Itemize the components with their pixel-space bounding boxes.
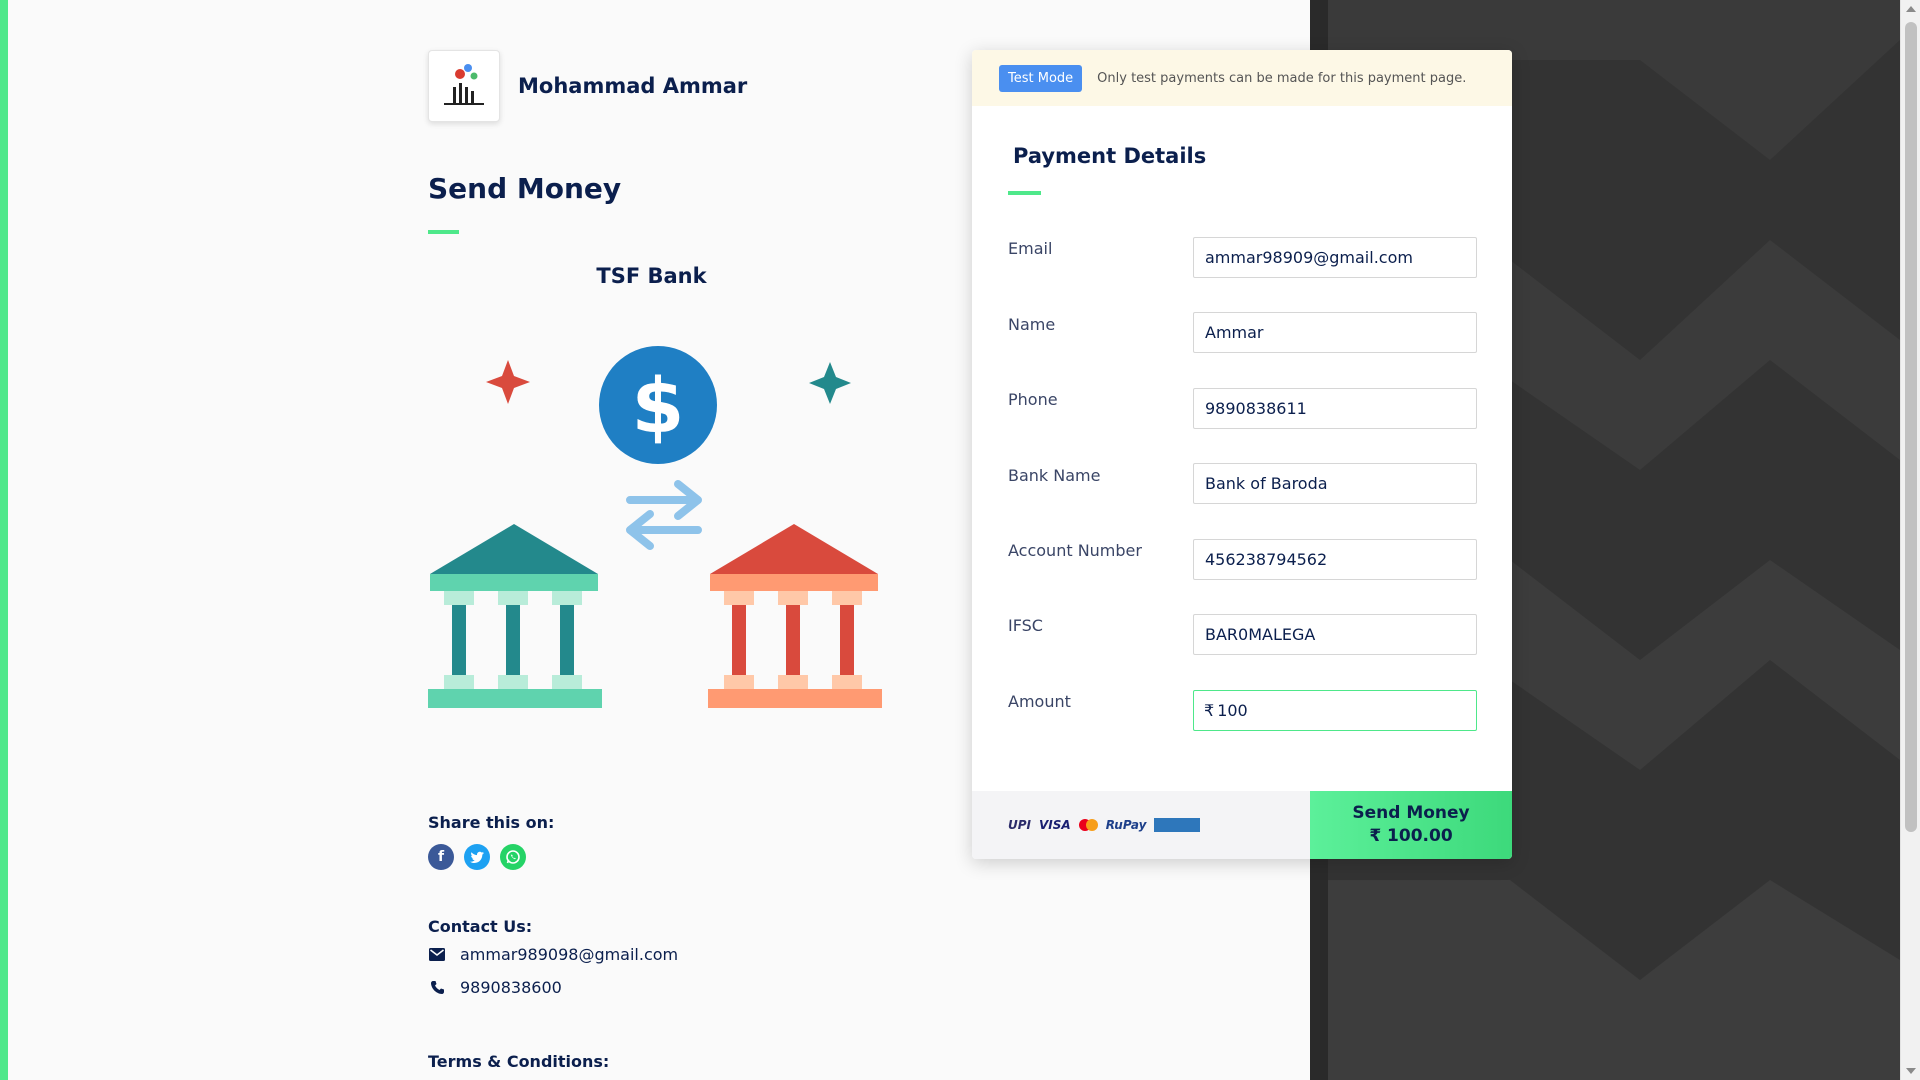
payment-method-logos: UPI VISA RuPay (972, 791, 1310, 859)
facebook-icon[interactable]: f (428, 844, 454, 870)
bank-name-field[interactable] (1193, 463, 1477, 504)
transfer-arrows-icon (626, 480, 702, 550)
send-money-button-amount: ₹ 100.00 (1369, 826, 1453, 846)
contact-phone[interactable]: 9890838600 (460, 978, 562, 997)
phone-label: Phone (1008, 390, 1058, 409)
merchant-logo (428, 50, 500, 122)
amex-icon (1154, 818, 1201, 832)
bank-name: TSF Bank (596, 264, 707, 288)
bank-transfer-illustration: $ (428, 346, 882, 708)
account-number-field[interactable] (1193, 539, 1477, 580)
mail-icon (428, 946, 446, 964)
bank-name-label: Bank Name (1008, 466, 1101, 485)
page-title: Send Money (428, 172, 622, 205)
scrollbar-thumb[interactable] (1905, 22, 1917, 832)
teal-sparkle-icon (809, 362, 851, 404)
upi-logo: UPI (1008, 818, 1032, 832)
email-field[interactable] (1193, 237, 1477, 278)
merchant-header: Mohammad Ammar (428, 50, 747, 122)
payment-card: Test Mode Only test payments can be made… (972, 50, 1512, 859)
name-field[interactable] (1193, 312, 1477, 353)
payment-footer: UPI VISA RuPay Send Money ₹ 100.00 (972, 791, 1512, 859)
amount-label: Amount (1008, 692, 1071, 711)
amount-field[interactable]: ₹ (1193, 690, 1477, 731)
left-accent-stripe (0, 0, 8, 1080)
test-mode-banner: Test Mode Only test payments can be made… (972, 50, 1512, 106)
payment-details-title: Payment Details (1013, 144, 1207, 168)
contact-label: Contact Us: (428, 917, 533, 936)
contact-phone-row: 9890838600 (428, 978, 562, 997)
test-mode-message: Only test payments can be made for this … (1097, 70, 1467, 86)
whatsapp-icon[interactable] (500, 844, 526, 870)
rupay-logo: RuPay (1105, 818, 1147, 832)
name-label: Name (1008, 315, 1056, 334)
page-scrollbar[interactable] (1900, 0, 1920, 1080)
ifsc-field[interactable] (1193, 614, 1477, 655)
amount-input[interactable] (1217, 701, 1458, 720)
scroll-up-icon[interactable] (1906, 6, 1916, 12)
email-label: Email (1008, 239, 1053, 258)
visa-logo: VISA (1039, 818, 1071, 832)
currency-symbol: ₹ (1204, 701, 1215, 720)
red-sparkle-icon (486, 360, 530, 404)
merchant-name: Mohammad Ammar (518, 74, 748, 98)
contact-email[interactable]: ammar989098@gmail.com (460, 945, 678, 964)
scroll-down-icon[interactable] (1906, 1068, 1916, 1074)
test-mode-badge: Test Mode (999, 64, 1083, 92)
title-underline (428, 230, 459, 234)
ifsc-label: IFSC (1008, 616, 1043, 635)
phone-icon (428, 979, 446, 997)
svg-text:$: $ (632, 361, 685, 450)
send-money-button-label: Send Money (1352, 803, 1470, 823)
payment-title-underline (1008, 191, 1041, 195)
account-number-label: Account Number (1008, 541, 1142, 560)
red-bank-icon (708, 524, 882, 708)
contact-email-row: ammar989098@gmail.com (428, 945, 678, 964)
twitter-icon[interactable] (464, 844, 490, 870)
mastercard-icon (1078, 819, 1098, 831)
terms-label: Terms & Conditions: (428, 1052, 610, 1071)
teal-bank-icon (428, 524, 602, 708)
send-money-button[interactable]: Send Money ₹ 100.00 (1310, 791, 1512, 859)
share-label: Share this on: (428, 813, 555, 832)
share-icons: f (428, 844, 526, 870)
phone-field[interactable] (1193, 388, 1477, 429)
dollar-coin-icon: $ (599, 346, 717, 464)
